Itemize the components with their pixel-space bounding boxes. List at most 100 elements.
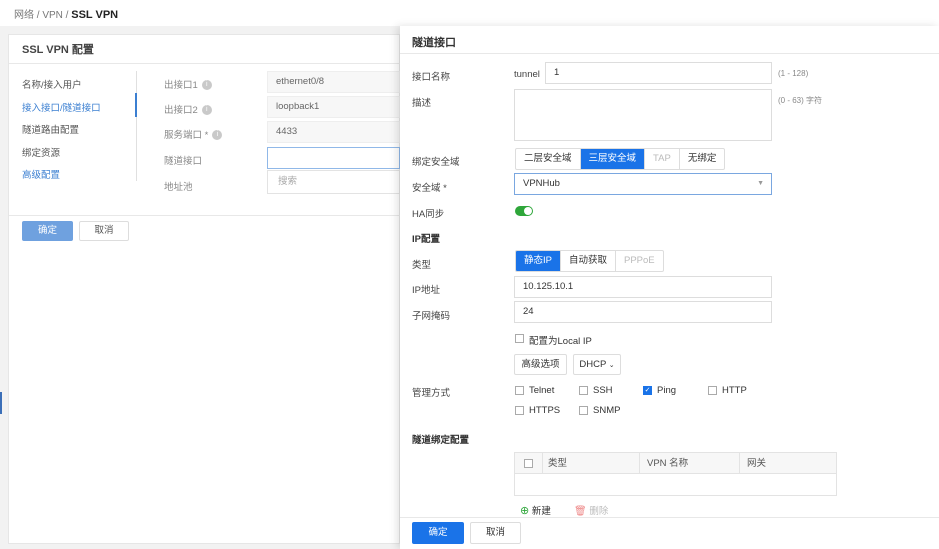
dhcp-label: DHCP (579, 359, 607, 370)
local-ip-checkbox[interactable] (515, 334, 524, 343)
description-hint: (0 - 63) 字符 (778, 96, 823, 105)
https-label: HTTPS (529, 405, 561, 416)
col-vpn-name[interactable]: VPN 名称 (647, 453, 688, 474)
interface-name-input[interactable]: 1 (545, 62, 772, 84)
divider (9, 63, 400, 64)
col-gateway[interactable]: 网关 (747, 453, 766, 474)
out-interface-1-label: 出接口1 i (164, 77, 212, 91)
delete-row-button: 🗑 删除 (574, 503, 608, 517)
ip-type-segmented: 静态IP 自动获取 PPPoE (515, 250, 664, 272)
interface-name-label: 接口名称 (412, 72, 451, 83)
divider (9, 215, 400, 216)
edge-marker (0, 392, 2, 414)
zone-tap-option: TAP (645, 149, 680, 169)
left-confirm-button[interactable]: 确定 (22, 221, 73, 241)
address-pool-label: 地址池 (164, 182, 193, 193)
nav-name-users[interactable]: 名称/接入用户 (22, 77, 82, 91)
info-icon[interactable]: i (201, 80, 212, 91)
tunnel-interface-label: 隧道接口 (164, 156, 203, 167)
breadcrumb: 网络 / VPN / SSL VPN (14, 6, 118, 21)
telnet-label: Telnet (529, 385, 555, 396)
bind-zone-label: 绑定安全域 (412, 157, 460, 168)
column-separator (542, 453, 543, 474)
new-row-button[interactable]: ⊕ 新建 (520, 503, 551, 517)
tunnel-binding-section: 隧道绑定配置 (412, 435, 470, 446)
ssh-label: SSH (593, 385, 613, 396)
tunnel-interface-select[interactable] (267, 147, 400, 169)
security-zone-value: VPNHub (523, 178, 560, 189)
https-checkbox[interactable] (515, 406, 524, 415)
out-interface-2-field[interactable]: loopback1 (267, 96, 400, 118)
nav-access-tunnel-interface[interactable]: 接入接口/隧道接口 (22, 100, 101, 114)
dhcp-dropdown-button[interactable]: DHCP ⌄ (573, 354, 621, 375)
ip-config-section: IP配置 (412, 234, 440, 245)
interface-name-prefix: tunnel (514, 69, 540, 80)
bind-zone-segmented: 二层安全域 三层安全域 TAP 无绑定 (515, 148, 726, 170)
tunnel-interface-search-input[interactable]: 搜索 (267, 170, 400, 194)
management-label: 管理方式 (412, 388, 451, 399)
snmp-checkbox[interactable] (579, 406, 588, 415)
chevron-down-icon: ⌄ (608, 362, 615, 369)
new-label: 新建 (531, 506, 551, 517)
zone-l3-option[interactable]: 三层安全域 (580, 149, 646, 169)
col-type[interactable]: 类型 (548, 453, 567, 474)
http-checkbox[interactable] (708, 386, 717, 395)
panel-confirm-button[interactable]: 确定 (412, 522, 464, 544)
out-interface-1-field[interactable]: ethernet0/8 (267, 71, 400, 93)
divider (400, 53, 939, 54)
panel-cancel-button[interactable]: 取消 (470, 522, 521, 544)
snmp-label: SNMP (593, 405, 621, 416)
ssh-checkbox[interactable] (579, 386, 588, 395)
security-zone-label: 安全域 * (412, 183, 447, 194)
trash-icon: 🗑 (574, 506, 587, 517)
local-ip-label: 配置为Local IP (529, 336, 592, 347)
out-interface-1-text: 出接口1 (164, 80, 198, 91)
dhcp-auto-option[interactable]: 自动获取 (561, 251, 616, 271)
ha-sync-toggle[interactable] (515, 206, 533, 216)
nav-advanced-config[interactable]: 高级配置 (22, 167, 60, 181)
column-separator (739, 453, 740, 474)
nav-bind-resources[interactable]: 绑定资源 (22, 145, 60, 159)
breadcrumb-path[interactable]: 网络 / VPN / (14, 10, 71, 21)
delete-label: 删除 (589, 506, 609, 517)
panel-title: 隧道接口 (412, 37, 456, 49)
description-label: 描述 (412, 98, 432, 109)
zone-none-option[interactable]: 无绑定 (680, 149, 725, 169)
breadcrumb-current: SSL VPN (71, 9, 119, 21)
plus-circle-icon: ⊕ (520, 505, 530, 517)
caret-down-icon: ▼ (757, 180, 764, 187)
service-port-field[interactable]: 4433 (267, 121, 400, 143)
service-port-text: 服务端口 * (164, 130, 209, 141)
ping-label: Ping (657, 385, 677, 396)
description-textarea[interactable] (514, 89, 772, 141)
select-all-checkbox[interactable] (524, 459, 533, 468)
interface-name-hint: (1 - 128) (778, 69, 809, 78)
telnet-checkbox[interactable] (515, 386, 524, 395)
static-ip-option[interactable]: 静态IP (516, 251, 561, 271)
column-separator (639, 453, 640, 474)
pppoe-option: PPPoE (624, 255, 655, 266)
table-header: 类型 VPN 名称 网关 (515, 453, 836, 474)
nav-active-indicator (135, 93, 137, 117)
service-port-label: 服务端口 * i (164, 127, 223, 141)
subnet-mask-label: 子网掩码 (412, 311, 451, 322)
info-icon[interactable]: i (212, 130, 223, 141)
http-label: HTTP (722, 385, 747, 396)
type-label: 类型 (412, 260, 432, 271)
zone-l2-option[interactable]: 二层安全域 (516, 149, 581, 169)
subnet-mask-input[interactable]: 24 (514, 301, 772, 323)
ip-address-input[interactable]: 10.125.10.1 (514, 276, 772, 298)
tunnel-binding-table: 类型 VPN 名称 网关 (514, 452, 837, 496)
ha-sync-label: HA同步 (412, 209, 445, 220)
nav-divider (136, 71, 137, 181)
ip-address-label: IP地址 (412, 285, 440, 296)
ssl-vpn-config-title: SSL VPN 配置 (22, 44, 94, 56)
security-zone-select[interactable]: VPNHub ▼ (514, 173, 772, 195)
out-interface-2-label: 出接口2 i (164, 102, 212, 116)
out-interface-2-text: 出接口2 (164, 105, 198, 116)
ping-checkbox[interactable]: ✓ (643, 386, 652, 395)
left-cancel-button[interactable]: 取消 (79, 221, 129, 241)
advanced-options-button[interactable]: 高级选项 (514, 354, 567, 375)
nav-tunnel-route[interactable]: 隧道路由配置 (22, 122, 79, 136)
info-icon[interactable]: i (201, 105, 212, 116)
